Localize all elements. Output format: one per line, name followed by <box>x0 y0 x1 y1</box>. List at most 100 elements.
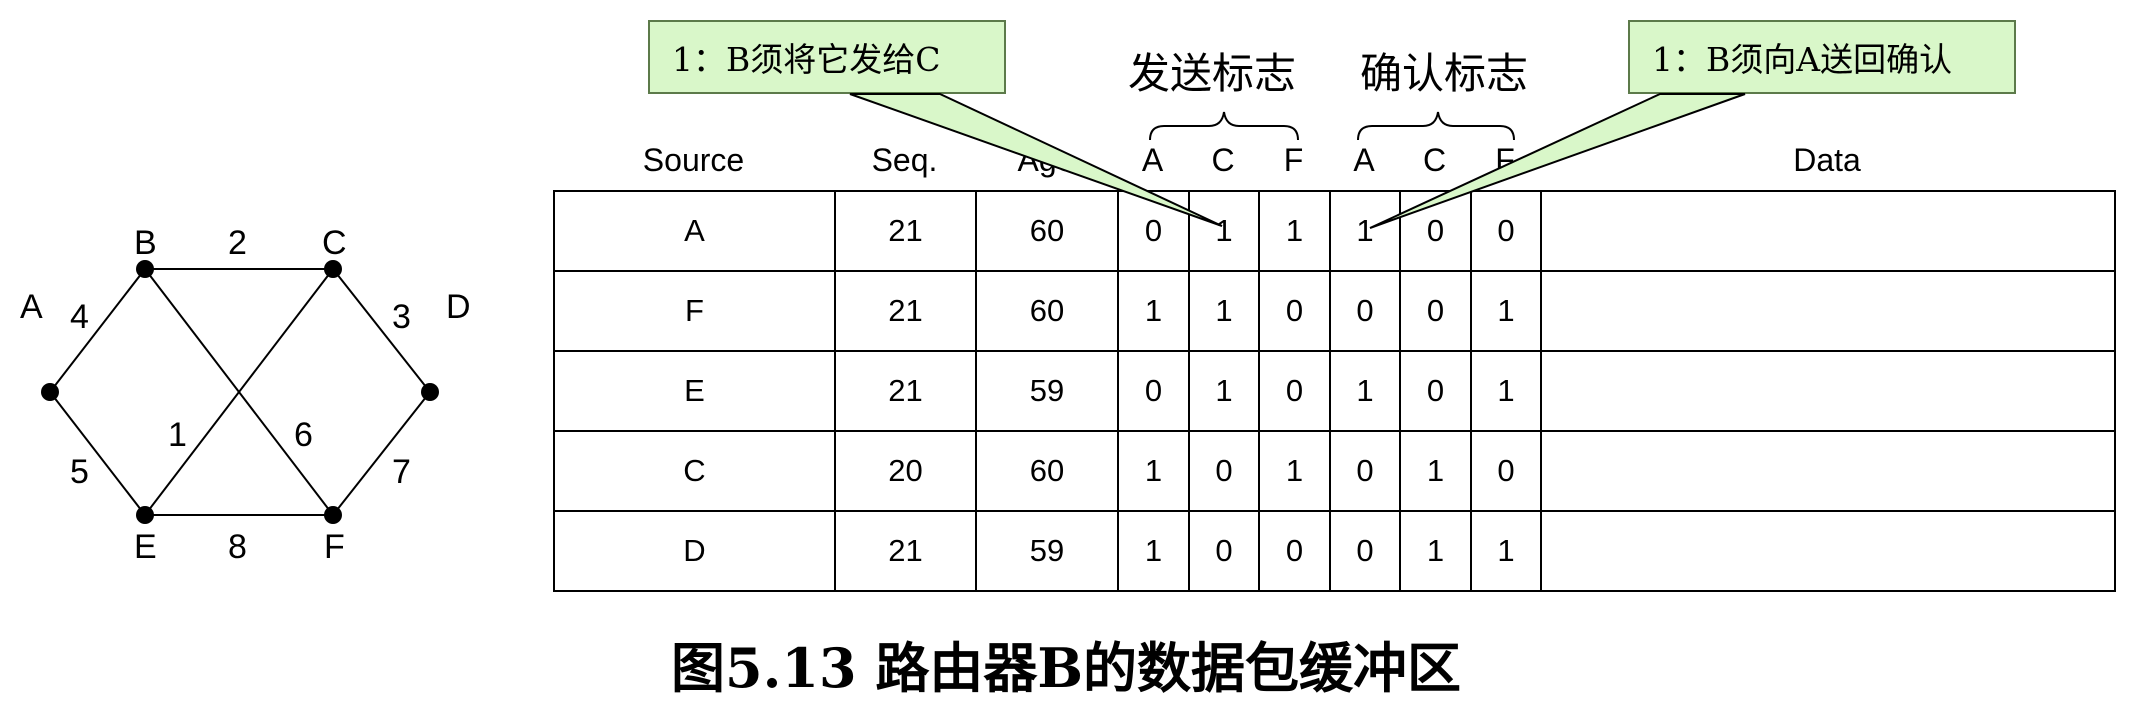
table-cell <box>1540 430 2116 512</box>
table-cell: 1 <box>1258 430 1331 512</box>
edge-weight-label: 6 <box>294 416 313 454</box>
table-body: A 21 60 0 1 1 1 0 0 F 21 60 1 1 0 0 0 1 E 21 59 0 1 0 1 0 1 C 20 60 1 0… <box>553 190 2116 592</box>
table-cell: 1 <box>1188 270 1260 352</box>
callout-forward-to-c: 1：B须将它发给C <box>648 20 1006 94</box>
table-cell: 0 <box>1399 350 1472 432</box>
table-cell: 0 <box>1329 430 1401 512</box>
table-row: A 21 60 0 1 1 1 0 0 <box>553 190 2116 272</box>
node-label: A <box>20 288 43 326</box>
graph-node-f <box>324 506 342 524</box>
table-cell: 21 <box>834 350 977 432</box>
edge-weight-label: 7 <box>392 453 411 491</box>
edge-weight-label: 8 <box>228 528 247 566</box>
graph-node-b <box>136 260 154 278</box>
callout-forward-text: 1：B须将它发给C <box>672 40 941 79</box>
table-cell: 1 <box>1470 510 1542 592</box>
table-cell: 59 <box>975 510 1119 592</box>
graph-edges <box>49 268 431 516</box>
table-cell: 1 <box>1117 270 1190 352</box>
table-cell: 0 <box>1117 350 1190 432</box>
graph-edge-df <box>332 391 431 516</box>
table-cell: 1 <box>1117 430 1190 512</box>
graph-node-a <box>41 383 59 401</box>
callout-ack-to-a: 1：B须向A送回确认 <box>1628 20 2016 94</box>
table-row: D 21 59 1 0 0 0 1 1 <box>553 510 2116 592</box>
table-cell: 1 <box>1470 350 1542 432</box>
table-cell: 0 <box>1258 350 1331 432</box>
table-cell: 0 <box>1329 270 1401 352</box>
header-send-a: A <box>1141 142 1164 178</box>
table-cell: 60 <box>975 190 1119 272</box>
node-label: B <box>134 224 157 262</box>
edge-weight-label: 3 <box>392 298 411 336</box>
table-cell: 0 <box>1470 190 1542 272</box>
table-cell: E <box>553 350 836 432</box>
header-send-f: F <box>1283 142 1304 178</box>
table-cell: 60 <box>975 430 1119 512</box>
graph-node-c <box>324 260 342 278</box>
graph-edge-ae <box>49 391 146 516</box>
send-flags-brace <box>1149 111 1299 141</box>
table-cell: 0 <box>1399 270 1472 352</box>
table-cell: 60 <box>975 270 1119 352</box>
packet-buffer-table: A 21 60 0 1 1 1 0 0 F 21 60 1 1 0 0 0 1 E 21 59 0 1 0 1 0 1 C 20 60 1 0… <box>553 190 2116 592</box>
send-flags-title: 发送标志 <box>1128 49 1297 98</box>
table-cell: 21 <box>834 190 977 272</box>
table-cell: 1 <box>1329 350 1401 432</box>
table-cell: D <box>553 510 836 592</box>
graph-edge-cd <box>332 268 431 393</box>
table-cell: 1 <box>1188 350 1260 432</box>
table-cell: 21 <box>834 510 977 592</box>
table-cell <box>1540 270 2116 352</box>
table-cell: 0 <box>1117 190 1190 272</box>
table-cell: 0 <box>1258 510 1331 592</box>
table-cell: 1 <box>1188 190 1260 272</box>
table-cell: 1 <box>1470 270 1542 352</box>
node-label: C <box>322 224 347 262</box>
edge-weight-label: 2 <box>228 224 247 262</box>
table-cell: 59 <box>975 350 1119 432</box>
header-data: Data <box>1793 142 1861 178</box>
table-cell: C <box>553 430 836 512</box>
table-cell: 0 <box>1188 430 1260 512</box>
edge-weight-label: 4 <box>70 298 89 336</box>
edge-weight-label: 1 <box>168 416 187 454</box>
header-seq: Seq. <box>871 142 938 178</box>
ack-flags-title: 确认标志 <box>1360 49 1529 98</box>
header-age: Age <box>1017 142 1075 178</box>
table-cell: 0 <box>1258 270 1331 352</box>
table-row: E 21 59 0 1 0 1 0 1 <box>553 350 2116 432</box>
table-cell: 21 <box>834 270 977 352</box>
figure-caption: 图5.13 路由器B的数据包缓冲区 <box>671 636 1461 700</box>
table-cell: 1 <box>1399 510 1472 592</box>
node-label: D <box>446 288 471 326</box>
table-cell: 1 <box>1117 510 1190 592</box>
table-cell: 20 <box>834 430 977 512</box>
header-source: Source <box>642 142 745 178</box>
ack-flags-brace <box>1357 111 1515 141</box>
header-ack-f: F <box>1495 142 1515 178</box>
table-cell: 0 <box>1329 510 1401 592</box>
header-ack-a: A <box>1353 142 1375 178</box>
table-cell: F <box>553 270 836 352</box>
header-ack-c: C <box>1422 142 1447 178</box>
table-cell: 1 <box>1258 190 1331 272</box>
table-cell <box>1540 190 2116 272</box>
table-cell <box>1540 350 2116 432</box>
graph-edge-ab <box>49 268 146 393</box>
callout-ack-text: 1：B须向A送回确认 <box>1652 40 1953 79</box>
network-graph <box>41 260 439 524</box>
graph-node-d <box>421 383 439 401</box>
table-cell: 0 <box>1188 510 1260 592</box>
graph-node-e <box>136 506 154 524</box>
table-row: F 21 60 1 1 0 0 0 1 <box>553 270 2116 352</box>
table-cell: 0 <box>1470 430 1542 512</box>
node-label: F <box>324 528 345 566</box>
header-send-c: C <box>1211 142 1235 178</box>
table-cell: 0 <box>1399 190 1472 272</box>
table-cell <box>1540 510 2116 592</box>
table-cell: 1 <box>1399 430 1472 512</box>
node-label: E <box>134 528 157 566</box>
table-row: C 20 60 1 0 1 0 1 0 <box>553 430 2116 512</box>
table-cell: A <box>553 190 836 272</box>
